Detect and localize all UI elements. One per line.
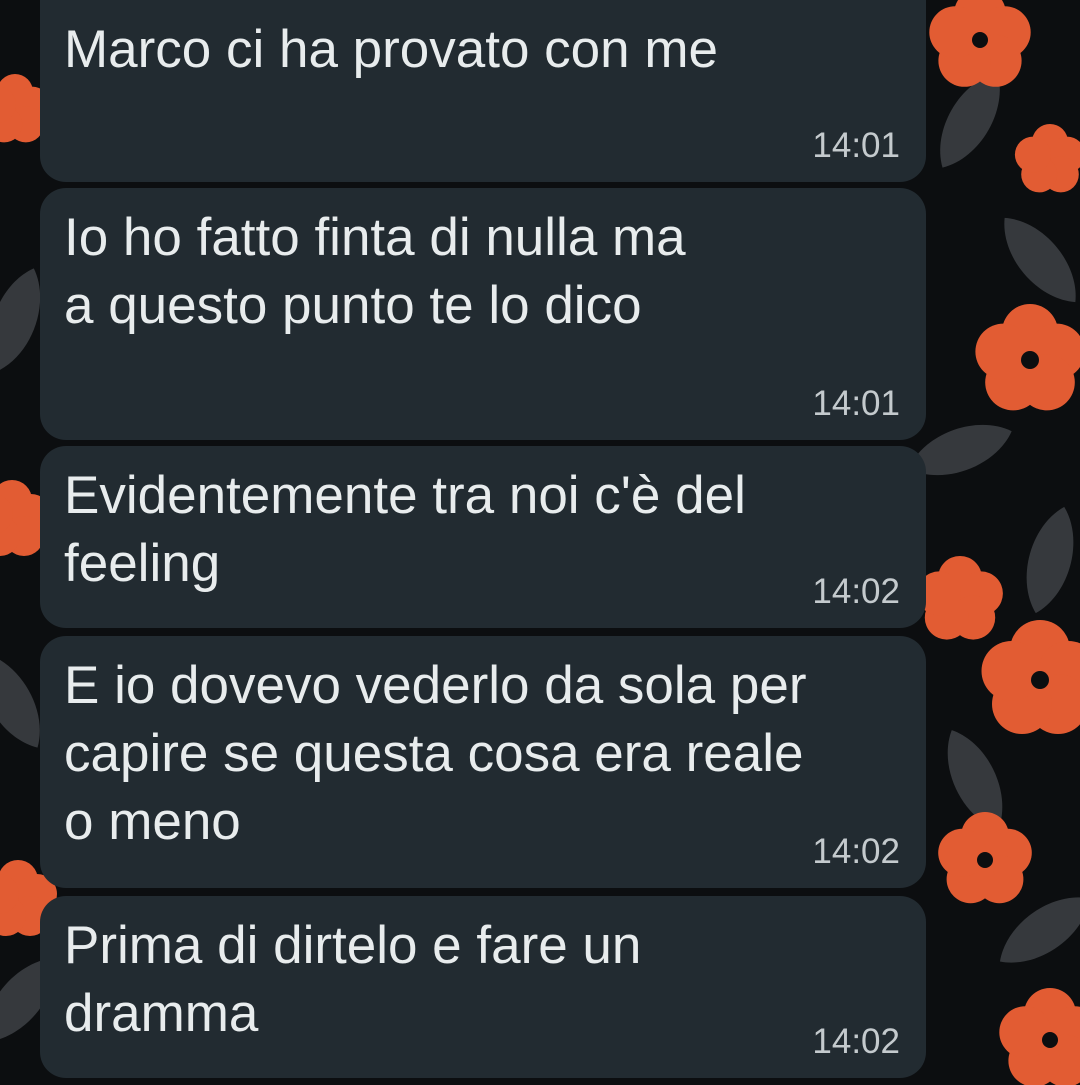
message-bubble[interactable]: Prima di dirtelo e fare un dramma 14:02 xyxy=(40,896,926,1078)
message-list[interactable]: Marco ci ha provato con me 14:01 Io ho f… xyxy=(0,0,1080,1085)
message-text: Prima di dirtelo e fare un dramma xyxy=(64,916,642,1043)
message-timestamp: 14:02 xyxy=(812,572,900,611)
message-timestamp: 14:01 xyxy=(812,126,900,165)
message-bubble[interactable]: Marco ci ha provato con me 14:01 xyxy=(40,0,926,182)
message-text: Evidentemente tra noi c'è del feeling xyxy=(64,466,746,593)
message-text: Marco ci ha provato con me xyxy=(64,20,718,79)
message-timestamp: 14:02 xyxy=(812,1022,900,1061)
message-timestamp: 14:01 xyxy=(812,384,900,423)
message-bubble[interactable]: Io ho fatto finta di nulla ma a questo p… xyxy=(40,188,926,440)
message-text: E io dovevo vederlo da sola per capire s… xyxy=(64,656,807,851)
message-timestamp: 14:02 xyxy=(812,832,900,871)
message-text: Io ho fatto finta di nulla ma a questo p… xyxy=(64,208,686,335)
message-bubble[interactable]: Evidentemente tra noi c'è del feeling 14… xyxy=(40,446,926,628)
message-bubble[interactable]: E io dovevo vederlo da sola per capire s… xyxy=(40,636,926,888)
